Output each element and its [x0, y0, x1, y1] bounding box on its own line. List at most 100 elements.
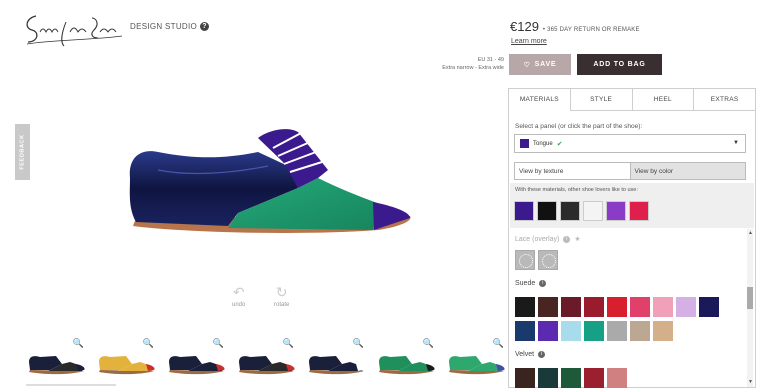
- design-studio-text: DESIGN STUDIO: [130, 22, 198, 31]
- feedback-label: FEEDBACK: [19, 134, 26, 170]
- suede-swatch[interactable]: [538, 321, 558, 341]
- view-toggle: View by texture View by color: [514, 162, 746, 180]
- thumbnail-shoe: [379, 356, 435, 375]
- recommended-swatch[interactable]: [514, 201, 534, 221]
- thumbnail-shoe: [309, 356, 365, 375]
- velvet-swatch[interactable]: [584, 368, 604, 388]
- question-circle-icon[interactable]: ?: [200, 22, 210, 31]
- suede-swatch-row: [515, 321, 673, 341]
- undo-label: undo: [232, 302, 246, 308]
- feedback-tab[interactable]: FEEDBACK: [15, 124, 30, 180]
- panel-scrollbar[interactable]: [747, 229, 753, 387]
- recommended-swatch[interactable]: [560, 201, 580, 221]
- thumbnails-scrollbar[interactable]: [26, 384, 116, 386]
- select-panel-prompt: Select a panel (or click the part of the…: [515, 123, 643, 130]
- suede-swatch-row: [515, 297, 719, 317]
- design-thumbnail[interactable]: 🔍: [26, 338, 88, 382]
- size-range: EU 31 - 49: [477, 57, 504, 63]
- size-info: EU 31 - 49 Extra narrow - Extra wide: [420, 56, 504, 72]
- tab-heel[interactable]: HEEL: [631, 89, 694, 110]
- suede-swatch[interactable]: [607, 297, 627, 317]
- velvet-swatch[interactable]: [538, 368, 558, 388]
- tab-style[interactable]: STYLE: [569, 89, 632, 110]
- dropdown-arrow-icon: ▼: [733, 140, 739, 146]
- recommended-swatch[interactable]: [537, 201, 557, 221]
- suede-swatch[interactable]: [561, 297, 581, 317]
- velvet-label: Velvet: [515, 351, 535, 358]
- suede-label: Suede: [515, 280, 536, 287]
- lace-overlay-heading: Lace (overlay) i ★: [515, 235, 581, 243]
- customization-panel: MATERIALS STYLE HEEL EXTRAS Select a panel …: [508, 88, 756, 388]
- selected-panel-swatch: [520, 139, 529, 148]
- tab-extras[interactable]: EXTRAS: [693, 89, 755, 110]
- rotate-button[interactable]: ↻ rotate: [274, 285, 289, 308]
- shoe-preview[interactable]: [118, 118, 418, 240]
- undo-icon: ↶: [232, 284, 245, 300]
- recommended-swatch[interactable]: [629, 201, 649, 221]
- view-by-texture-button[interactable]: View by texture: [515, 163, 631, 179]
- suede-swatch[interactable]: [538, 297, 558, 317]
- suede-swatch[interactable]: [699, 297, 719, 317]
- design-thumbnail[interactable]: 🔍: [306, 338, 368, 382]
- suede-swatch[interactable]: [630, 297, 650, 317]
- velvet-heading: Velvet i: [515, 351, 546, 358]
- return-policy: • 365 DAY RETURN OR REMAKE: [542, 27, 640, 33]
- add-to-bag-button[interactable]: ADD TO BAG: [577, 54, 662, 75]
- recommended-swatch[interactable]: [606, 201, 626, 221]
- brand-logo[interactable]: [22, 10, 124, 48]
- lace-swatch[interactable]: [515, 250, 535, 270]
- checkmark-icon: ✔: [556, 140, 563, 148]
- rotate-label: rotate: [274, 302, 290, 308]
- save-label: SAVE: [534, 61, 557, 68]
- suede-swatch[interactable]: [515, 297, 535, 317]
- suede-swatch[interactable]: [584, 297, 604, 317]
- design-thumbnail[interactable]: 🔍: [376, 338, 438, 382]
- design-thumbnail[interactable]: 🔍: [96, 338, 158, 382]
- design-thumbnails: 🔍 🔍 🔍 🔍 🔍 🔍 🔍: [26, 338, 506, 388]
- suede-swatch[interactable]: [584, 321, 604, 341]
- scroll-up-icon[interactable]: ▲: [748, 230, 753, 236]
- scrollbar-thumb[interactable]: [747, 287, 753, 309]
- design-thumbnail[interactable]: 🔍: [446, 338, 508, 382]
- design-studio-label: DESIGN STUDIO ?: [130, 22, 210, 31]
- suede-heading: Suede i: [515, 280, 547, 287]
- thumbnail-shoe: [239, 356, 295, 375]
- size-widths: Extra narrow - Extra wide: [442, 65, 504, 71]
- suede-swatch[interactable]: [653, 297, 673, 317]
- info-icon[interactable]: i: [539, 280, 547, 287]
- lace-swatch[interactable]: [538, 250, 558, 270]
- velvet-swatch[interactable]: [561, 368, 581, 388]
- suede-swatch[interactable]: [607, 321, 627, 341]
- star-icon[interactable]: ★: [574, 235, 580, 243]
- selected-panel-name: Tongue: [533, 140, 553, 147]
- suede-swatch[interactable]: [561, 321, 581, 341]
- info-icon[interactable]: i: [563, 235, 571, 243]
- lace-swatches: [515, 250, 558, 270]
- tab-materials[interactable]: MATERIALS: [509, 89, 570, 111]
- view-by-color-button[interactable]: View by color: [630, 163, 745, 179]
- scroll-down-icon[interactable]: ▼: [748, 379, 753, 385]
- suede-swatch[interactable]: [676, 297, 696, 317]
- materials-list[interactable]: Lace (overlay) i ★ Suede i Velvet i: [510, 229, 754, 389]
- learn-more-link[interactable]: Learn more: [511, 38, 547, 45]
- panel-tabs: MATERIALS STYLE HEEL EXTRAS: [509, 89, 755, 111]
- info-icon[interactable]: i: [538, 351, 546, 358]
- suede-swatch[interactable]: [653, 321, 673, 341]
- save-button[interactable]: ♡ SAVE: [509, 54, 571, 75]
- design-thumbnail[interactable]: 🔍: [166, 338, 228, 382]
- velvet-swatch[interactable]: [515, 368, 535, 388]
- rotate-icon: ↻: [275, 284, 288, 300]
- suede-swatch[interactable]: [630, 321, 650, 341]
- thumbnail-shoe: [169, 356, 225, 375]
- velvet-swatch[interactable]: [607, 368, 627, 388]
- suede-swatch[interactable]: [515, 321, 535, 341]
- heart-icon: ♡: [523, 61, 531, 69]
- panel-select[interactable]: Tongue ✔ ▼: [514, 134, 746, 153]
- lace-overlay-label: Lace (overlay): [515, 235, 560, 243]
- thumbnail-shoe: [29, 356, 85, 375]
- design-thumbnail[interactable]: 🔍: [236, 338, 298, 382]
- velvet-swatch-row: [515, 368, 627, 388]
- recommended-swatch[interactable]: [583, 201, 603, 221]
- recommendation-label: With these materials, other shoe lovers …: [515, 187, 638, 193]
- undo-button[interactable]: ↶ undo: [232, 285, 245, 308]
